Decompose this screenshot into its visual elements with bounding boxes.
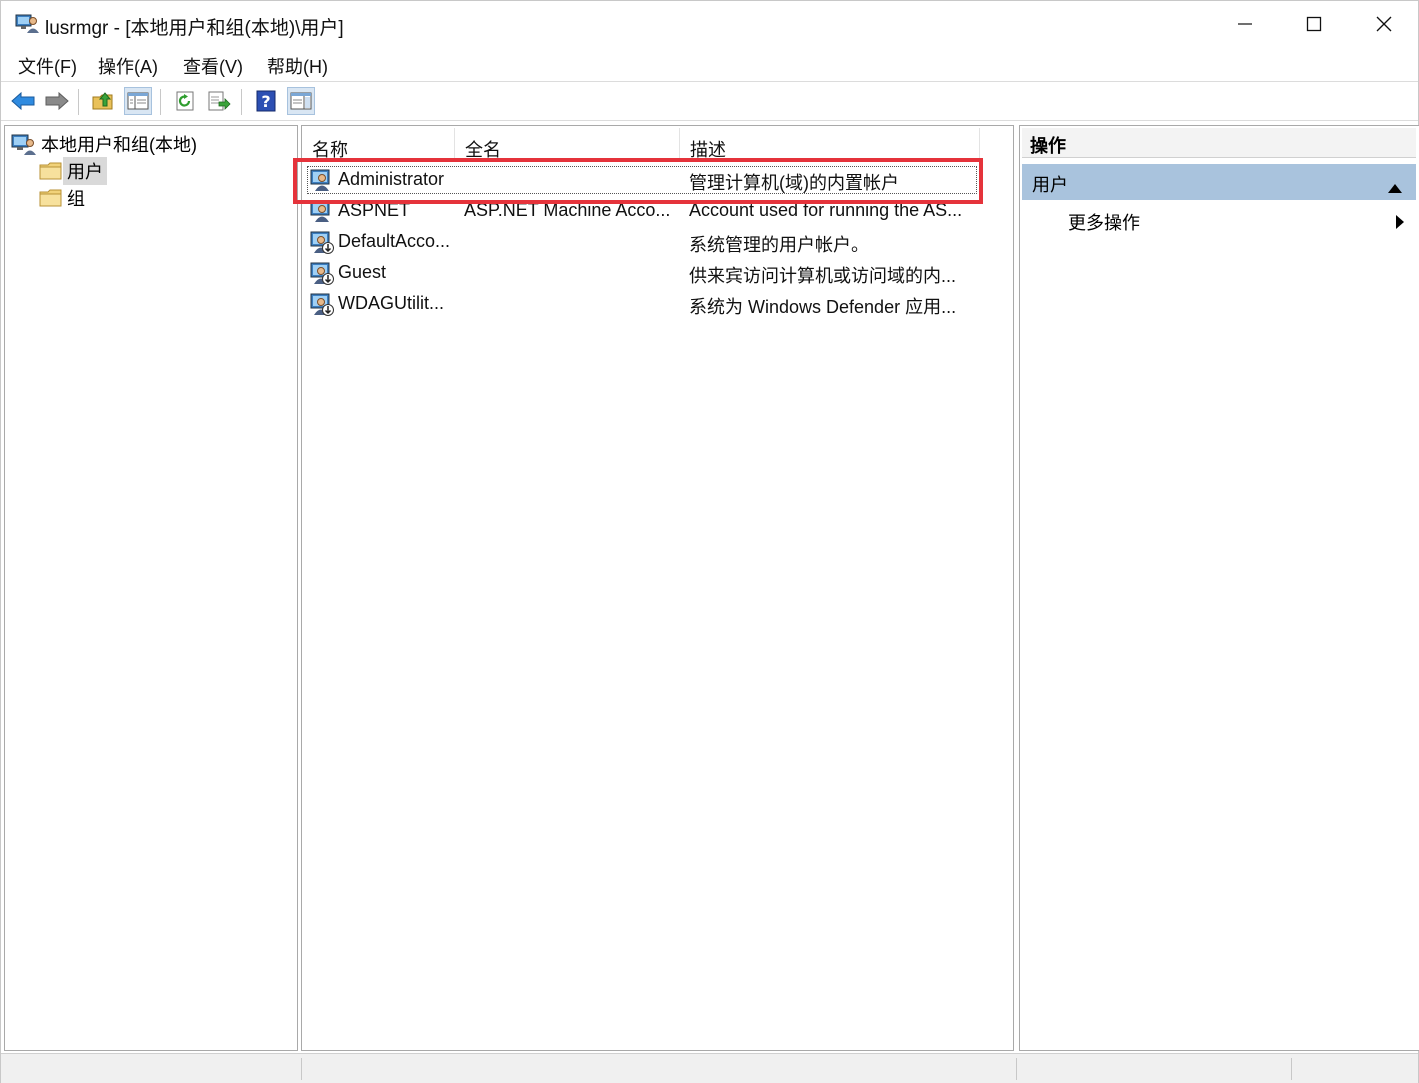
refresh-button[interactable] [171,87,199,115]
tree-item-local-users-groups[interactable]: 本地用户和组(本地) [11,131,201,157]
maximize-button[interactable] [1279,1,1349,47]
export-list-button[interactable] [205,87,233,115]
minimize-button[interactable] [1210,1,1280,47]
export-list-icon [208,91,231,111]
console-tree-pane: 本地用户和组(本地) 用户 组 [4,125,298,1051]
refresh-icon [176,91,194,111]
forward-button[interactable] [43,87,71,115]
table-row[interactable]: WDAGUtilit... 系统为 Windows Defender 应用... [306,289,978,319]
back-icon [11,91,35,111]
submenu-arrow-icon [1396,213,1404,234]
cell-description: 供来宾访问计算机或访问域的内... [689,266,957,286]
show-hide-action-pane-button[interactable] [287,87,315,115]
column-header-description[interactable]: 描述 [680,128,980,162]
action-section-label: 用户 [1032,175,1068,195]
toolbar-separator [160,89,161,115]
action-pane: 操作 用户 更多操作 [1019,125,1419,1051]
action-more-actions[interactable]: 更多操作 [1022,204,1416,236]
disabled-user-icon [310,261,334,285]
close-button[interactable] [1349,1,1419,47]
maximize-icon [1306,16,1322,32]
lusrmgr-app-icon [15,12,39,34]
tree-item-groups[interactable]: 组 [39,185,89,211]
cell-name: Guest [338,262,387,282]
toolbar: ? [1,81,1418,121]
menu-view[interactable]: 查看(V) [183,53,243,79]
table-row[interactable]: DefaultAcco... 系统管理的用户帐户。 [306,227,978,257]
menu-bar: 文件(F) 操作(A) 查看(V) 帮助(H) [1,47,1418,81]
back-button[interactable] [9,87,37,115]
computer-users-icon [11,132,37,156]
tree-users-label: 用户 [63,157,107,185]
disabled-user-icon [310,292,334,316]
toolbar-separator [78,89,79,115]
highlight-annotation [293,158,983,204]
status-separator [1016,1058,1017,1080]
show-hide-action-pane-icon [290,92,312,110]
cell-name: DefaultAcco... [338,231,451,251]
menu-file[interactable]: 文件(F) [18,53,77,79]
status-bar [1,1053,1418,1083]
cell-description: 系统管理的用户帐户。 [689,235,869,255]
tree-groups-label: 组 [67,189,85,209]
close-icon [1376,16,1392,32]
show-hide-tree-button[interactable] [124,87,152,115]
action-section-users[interactable]: 用户 [1022,164,1416,200]
minimize-icon [1238,23,1252,25]
menu-help[interactable]: 帮助(H) [267,53,328,79]
tree-root-label: 本地用户和组(本地) [41,135,197,155]
lusrmgr-window: lusrmgr - [本地用户和组(本地)\用户] 文件(F) 操作(A) 查看… [0,0,1419,1083]
status-separator [301,1058,302,1080]
window-title: lusrmgr - [本地用户和组(本地)\用户] [45,18,344,39]
collapse-triangle-icon[interactable] [1388,177,1402,198]
column-header-name[interactable]: 名称 [302,128,455,162]
folder-icon [39,187,63,209]
action-pane-header: 操作 [1022,128,1416,158]
toolbar-separator [241,89,242,115]
show-hide-tree-icon [127,92,149,110]
cell-name: WDAGUtilit... [338,293,444,313]
svg-text:?: ? [261,92,270,111]
result-list-pane: 名称 全名 描述 Administrator 管理计算机(域)的内置帐户 ASP… [301,125,1014,1051]
table-row[interactable]: Guest 供来宾访问计算机或访问域的内... [306,258,978,288]
tree-item-users[interactable]: 用户 [39,157,107,185]
status-separator [1291,1058,1292,1080]
column-header-fullname[interactable]: 全名 [455,128,680,162]
help-icon: ? [256,90,276,112]
more-actions-label: 更多操作 [1068,213,1140,233]
help-button[interactable]: ? [252,87,280,115]
title-bar: lusrmgr - [本地用户和组(本地)\用户] [1,1,1418,47]
disabled-user-icon [310,230,334,254]
forward-icon [45,91,69,111]
folder-icon [39,160,63,182]
menu-action[interactable]: 操作(A) [98,53,158,79]
up-folder-icon [92,92,113,110]
cell-description: 系统为 Windows Defender 应用... [689,297,957,317]
up-one-level-button[interactable] [89,87,117,115]
